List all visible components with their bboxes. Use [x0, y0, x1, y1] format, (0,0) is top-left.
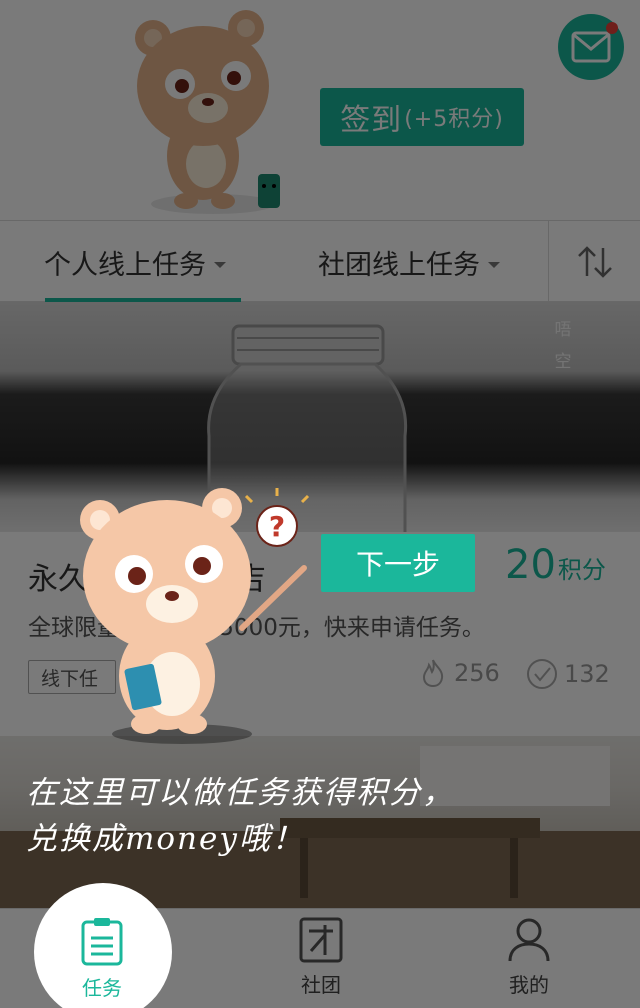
checkin-points: (+5积分) — [404, 107, 504, 132]
guide-hint-line-2: 兑换成money哦！ — [26, 821, 305, 857]
checkin-label: 签到 — [340, 103, 403, 138]
checkin-button[interactable]: 签到 (+5积分) — [320, 88, 524, 146]
points-value: 20 — [505, 542, 556, 588]
person-icon — [508, 918, 550, 962]
nav-mine-label: 我的 — [509, 973, 549, 997]
tab-personal-label: 个人线上任务 — [44, 249, 206, 281]
points-unit: 积分 — [557, 556, 606, 584]
app-page: 签到 (+5积分) 个人线上任务 社团线上任务 唔 空 永久 吉 20积分 全球… — [0, 0, 640, 1008]
message-button[interactable] — [558, 14, 624, 80]
banner-char-2: 空 — [554, 352, 572, 372]
task-points: 20积分 — [505, 542, 606, 588]
banner-char-1: 唔 — [554, 320, 572, 340]
done-count: 132 — [526, 658, 610, 690]
nav-club[interactable]: 社团 — [271, 917, 371, 1008]
guide-bear-illustration: ? — [80, 488, 310, 744]
spotlight-nav-tasks-label: 任务 — [82, 976, 122, 1000]
tab-club-online-tasks[interactable]: 社团线上任务 — [318, 221, 500, 303]
club-icon — [299, 917, 343, 963]
caret-down-icon — [214, 262, 226, 268]
sort-arrows-icon — [577, 246, 612, 278]
banner-vertical-text: 唔 空 — [552, 314, 574, 378]
tab-club-label: 社团线上任务 — [318, 249, 480, 281]
nav-mine[interactable]: 我的 — [479, 917, 579, 1008]
envelope-icon — [571, 31, 611, 63]
task-tabs: 个人线上任务 社团线上任务 — [0, 220, 640, 303]
next-step-button[interactable]: 下一步 — [321, 534, 475, 592]
guide-hint-line-1: 在这里可以做任务获得积分， — [26, 775, 455, 811]
bear-mascot-illustration — [135, 10, 280, 214]
sort-button[interactable] — [548, 221, 640, 303]
hot-count: 256 — [418, 658, 500, 688]
header: 签到 (+5积分) — [0, 0, 640, 220]
clipboard-icon — [81, 918, 123, 966]
caret-down-icon — [488, 262, 500, 268]
notification-dot — [606, 22, 618, 34]
nav-club-label: 社团 — [301, 973, 341, 997]
flame-icon — [422, 659, 444, 688]
spotlight-nav-tasks[interactable]: 任务 — [52, 916, 152, 1001]
hot-count-value: 256 — [454, 659, 500, 687]
guide-hint-text: 在这里可以做任务获得积分， 兑换成money哦！ — [26, 770, 546, 862]
check-circle-icon — [527, 659, 557, 689]
svg-text:?: ? — [269, 510, 285, 543]
done-count-value: 132 — [564, 660, 610, 688]
tab-personal-online-tasks[interactable]: 个人线上任务 — [44, 221, 226, 303]
